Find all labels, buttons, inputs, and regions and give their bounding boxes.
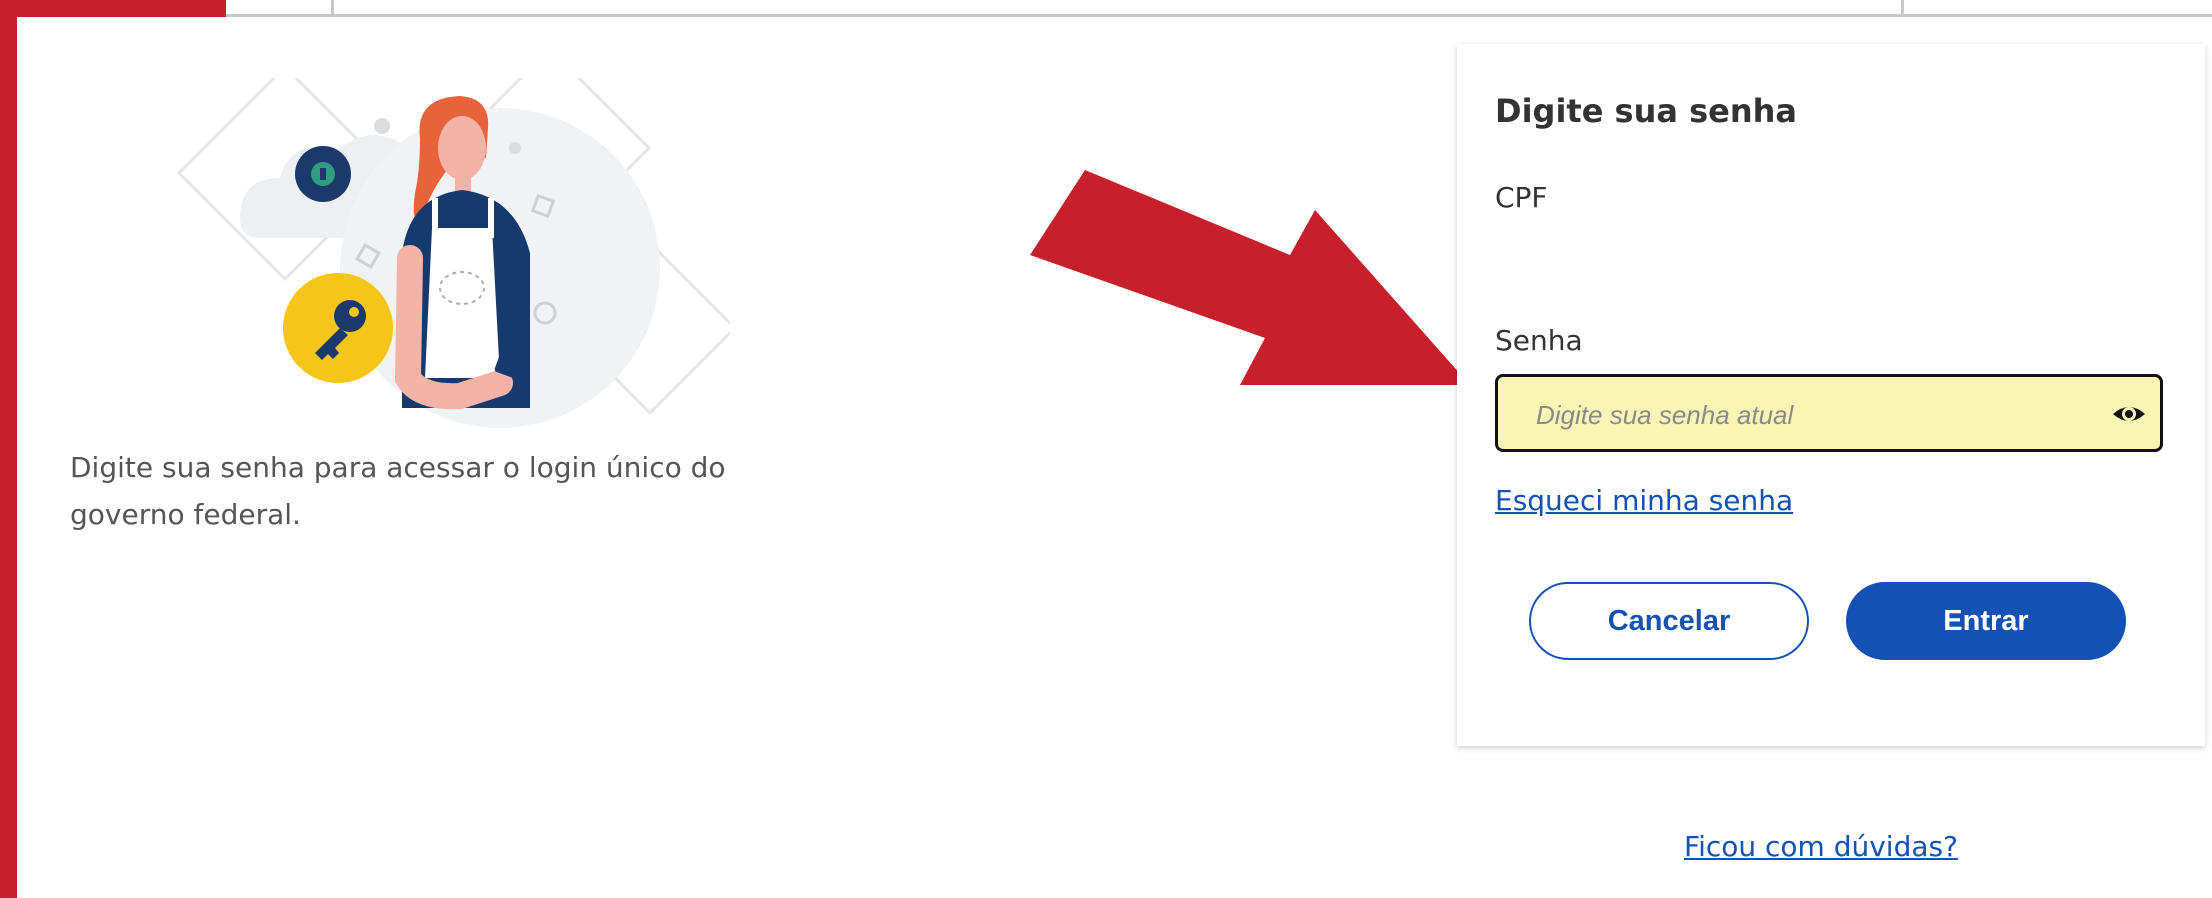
- decor-dot: [509, 142, 521, 154]
- top-left-red-tab: [0, 0, 226, 17]
- left-red-bar: [0, 0, 17, 898]
- enter-button[interactable]: Entrar: [1846, 582, 2126, 660]
- eye-icon[interactable]: [2110, 395, 2148, 433]
- forgot-password-link[interactable]: Esqueci minha senha: [1495, 484, 1793, 517]
- card-title: Digite sua senha: [1495, 92, 1798, 130]
- password-input[interactable]: [1534, 389, 2098, 441]
- intro-description: Digite sua senha para acessar o login ún…: [70, 444, 790, 538]
- login-illustration: [176, 78, 730, 428]
- help-link[interactable]: Ficou com dúvidas?: [1684, 830, 1958, 863]
- top-divider-tick: [1901, 0, 1904, 16]
- login-card: Digite sua senha CPF Senha Esqueci minha…: [1457, 44, 2205, 746]
- cancel-button[interactable]: Cancelar: [1529, 582, 1809, 660]
- top-divider-tick: [331, 0, 334, 16]
- top-divider: [226, 14, 2212, 17]
- password-label: Senha: [1495, 324, 1583, 357]
- intro-line-1: Digite sua senha para acessar o login ún…: [70, 451, 726, 484]
- password-field[interactable]: [1495, 374, 2163, 452]
- key-badge-icon: [283, 273, 393, 383]
- intro-line-2: governo federal.: [70, 498, 301, 531]
- red-arrow-annotation: [1030, 170, 1470, 385]
- cpf-label: CPF: [1495, 181, 1548, 214]
- decor-dot: [374, 118, 390, 134]
